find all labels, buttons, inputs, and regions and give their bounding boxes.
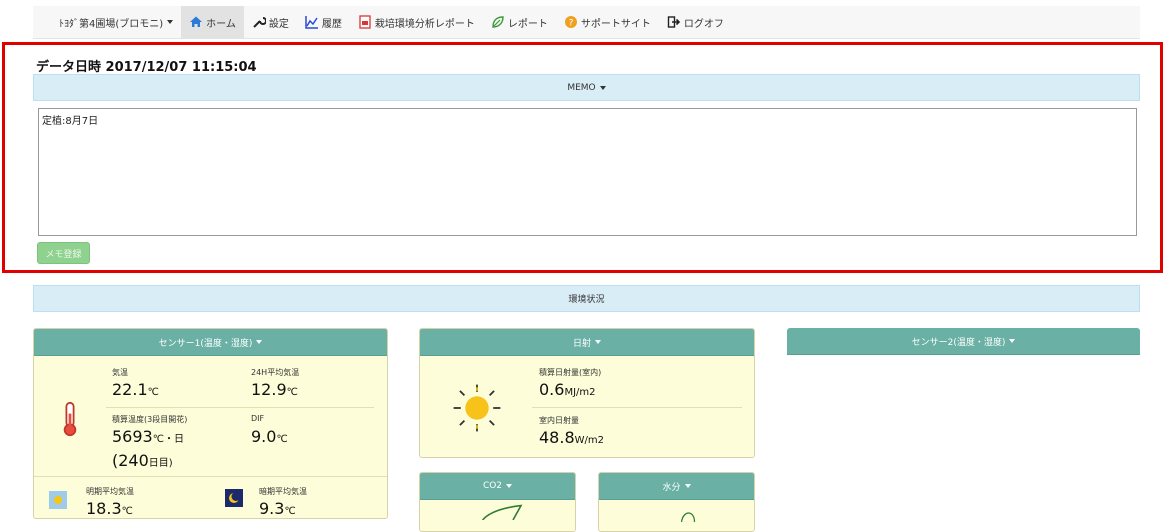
sensor2-toggle[interactable]: センサー2(温度・湿度) <box>787 328 1140 355</box>
night-avg-label: 暗期平均気温 <box>259 487 307 496</box>
solar-indoor-label: 室内日射量 <box>539 416 579 425</box>
nav-site-label: ﾄﾖﾀﾞ第4圃場(ブロモニ) <box>59 18 164 30</box>
solar-indoor-value: 48.8 <box>539 428 575 447</box>
moisture-panel: 水分 <box>598 472 755 532</box>
nav-history-label: 履歴 <box>321 18 342 30</box>
co2-toggle[interactable]: CO2 <box>420 473 575 500</box>
nav-settings[interactable]: 設定 <box>244 6 297 39</box>
nav-logout-label: ログオフ <box>683 18 724 30</box>
sun-small-icon <box>49 491 67 509</box>
accum-temp-value-block: 5693℃・日 <box>112 427 184 446</box>
divider <box>532 407 742 408</box>
nav-home[interactable]: ホーム <box>181 5 244 39</box>
night-avg-unit: ℃ <box>284 506 296 517</box>
solar-indoor-value-block: 48.8W/m2 <box>539 428 604 447</box>
memo-register-button[interactable]: メモ登録 <box>37 242 90 264</box>
nav-settings-label: 設定 <box>268 18 289 30</box>
temp-label: 気温 <box>112 368 128 377</box>
svg-text:?: ? <box>568 19 573 29</box>
memo-header-label: MEMO <box>567 82 596 93</box>
night-avg-value: 9.3 <box>259 499 285 518</box>
nav-site-dropdown[interactable]: ﾄﾖﾀﾞ第4圃場(ブロモニ) <box>51 6 181 39</box>
avg24-label: 24H平均気温 <box>251 368 300 377</box>
solar-header: 日射 <box>572 338 591 349</box>
temp-value-block: 22.1℃ <box>112 380 159 399</box>
chevron-down-icon <box>506 484 513 488</box>
solar-indoor-unit: W/m2 <box>574 435 604 446</box>
accum-days-block: (240日目) <box>112 451 173 470</box>
nav-analysis-report[interactable]: 栽培環境分析レポート <box>350 6 483 39</box>
accum-temp-unit: ℃・日 <box>152 434 184 445</box>
sensor1-panel: センサー1(温度・湿度) 気温 22.1℃ 24H平均気温 12.9℃ 積算温度… <box>33 328 388 519</box>
sensor1-header: センサー1(温度・湿度) <box>158 338 253 349</box>
co2-header: CO2 <box>482 481 503 491</box>
co2-panel: CO2 <box>419 472 576 532</box>
nav-report-label: レポート <box>507 18 548 30</box>
avg24-value: 12.9 <box>251 380 287 399</box>
sensor2-header: センサー2(温度・湿度) <box>911 337 1006 348</box>
accum-days: (240 <box>112 451 149 470</box>
day-avg-unit: ℃ <box>121 506 133 517</box>
solar-accum-unit: MJ/m2 <box>564 387 596 398</box>
avg24-unit: ℃ <box>286 387 298 398</box>
nav-home-label: ホーム <box>206 18 236 30</box>
moon-icon <box>225 489 243 507</box>
chevron-down-icon <box>595 340 601 344</box>
nav-support[interactable]: ? サポートサイト <box>556 6 659 39</box>
solar-toggle[interactable]: 日射 <box>420 329 754 356</box>
leaf-icon <box>492 16 504 28</box>
accum-temp-label: 積算温度(3段目開花) <box>112 415 188 424</box>
leaf-icon <box>481 504 523 520</box>
accum-temp-value: 5693 <box>112 427 153 446</box>
temp-value: 22.1 <box>112 380 148 399</box>
moisture-toggle[interactable]: 水分 <box>599 473 754 500</box>
chevron-down-icon <box>684 484 691 488</box>
dif-label: DIF <box>251 414 265 423</box>
nav-analysis-report-label: 栽培環境分析レポート <box>374 18 475 30</box>
day-avg-value-block: 18.3℃ <box>86 499 133 518</box>
report-icon <box>359 15 371 29</box>
dif-value-block: 9.0℃ <box>251 427 288 446</box>
dif-value: 9.0 <box>251 427 277 446</box>
line-chart-icon <box>305 16 318 29</box>
water-drop-icon <box>680 512 696 522</box>
solar-accum-label: 積算日射量(室内) <box>539 368 602 377</box>
logout-icon <box>667 16 681 28</box>
sun-icon <box>453 384 501 432</box>
question-icon: ? <box>564 16 577 29</box>
memo-toggle[interactable]: MEMO <box>33 74 1140 101</box>
day-avg-label: 明期平均気温 <box>86 487 134 496</box>
sensor1-toggle[interactable]: センサー1(温度・湿度) <box>34 329 387 356</box>
moisture-header: 水分 <box>662 482 681 493</box>
nav-report[interactable]: レポート <box>483 6 556 39</box>
chevron-down-icon <box>1009 339 1016 343</box>
home-icon <box>190 16 203 27</box>
nav-history[interactable]: 履歴 <box>297 6 350 39</box>
dif-unit: ℃ <box>276 434 288 445</box>
wrench-icon <box>253 17 266 28</box>
divider <box>106 407 374 408</box>
nav-support-label: サポートサイト <box>580 18 651 30</box>
data-datetime: データ日時 2017/12/07 11:15:04 <box>36 60 257 75</box>
accum-days-unit: 日目) <box>148 458 173 469</box>
chevron-down-icon <box>256 340 263 344</box>
chevron-down-icon <box>599 85 606 90</box>
solar-accum-value-block: 0.6MJ/m2 <box>539 380 596 399</box>
chevron-down-icon <box>167 20 174 24</box>
navbar: ﾄﾖﾀﾞ第4圃場(ブロモニ) ホーム 設定 履歴 栽培環境分析レポート レポート… <box>33 5 1140 39</box>
memo-textarea[interactable]: 定植:8月7日 <box>38 108 1137 236</box>
solar-accum-value: 0.6 <box>539 380 565 399</box>
env-status-header: 環境状況 <box>33 285 1140 312</box>
day-avg-value: 18.3 <box>86 499 122 518</box>
thermometer-icon <box>63 401 77 437</box>
divider <box>34 476 387 477</box>
nav-logout[interactable]: ログオフ <box>659 6 732 39</box>
temp-unit: ℃ <box>147 387 159 398</box>
avg24-value-block: 12.9℃ <box>251 380 298 399</box>
night-avg-value-block: 9.3℃ <box>259 499 296 518</box>
solar-panel: 日射 積算日射量(室内) 0.6MJ/m2 室内日射量 48.8W/m2 <box>419 328 755 458</box>
